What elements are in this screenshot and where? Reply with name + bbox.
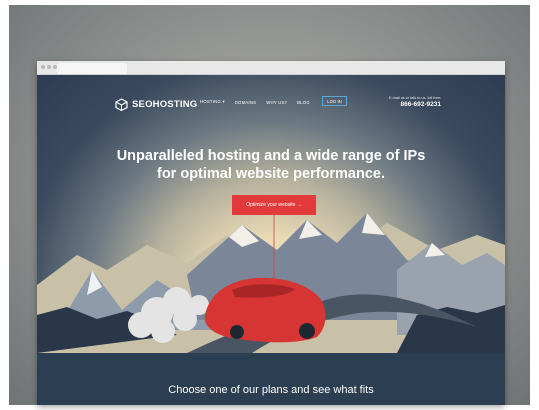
browser-window: SEOHOSTING HOSTING ▾ DOMAINS WHY US? BLO…	[37, 61, 505, 405]
contact-text: E-mail us or talk to us, toll free:	[388, 96, 441, 100]
browser-titlebar	[37, 61, 505, 75]
nav-why-us[interactable]: WHY US?	[266, 100, 287, 105]
main-nav: HOSTING ▾ DOMAINS WHY US? BLOG	[200, 99, 310, 105]
login-button[interactable]: LOG IN	[322, 96, 347, 106]
browser-tab[interactable]	[57, 63, 127, 74]
contact-info: E-mail us or talk to us, toll free: 866-…	[389, 96, 441, 108]
plans-heading: Choose one of our plans and see what fit…	[168, 384, 374, 396]
nav-domains[interactable]: DOMAINS	[235, 100, 256, 105]
logo-cube-icon	[115, 97, 128, 111]
headline-line-1: Unparalleled hosting and a wide range of…	[116, 148, 426, 164]
hero-headline: Unparalleled hosting and a wide range of…	[37, 147, 505, 183]
nav-hosting[interactable]: HOSTING ▾	[200, 99, 225, 105]
window-dot-icon[interactable]	[47, 65, 51, 69]
website: SEOHOSTING HOSTING ▾ DOMAINS WHY US? BLO…	[37, 75, 505, 405]
hero-section: SEOHOSTING HOSTING ▾ DOMAINS WHY US? BLO…	[37, 75, 505, 353]
nav-blog[interactable]: BLOG	[297, 100, 310, 105]
logo-text: SEOHOSTING	[132, 98, 198, 110]
window-dot-icon[interactable]	[41, 65, 45, 69]
headline-line-2: for optimal website performance.	[156, 166, 386, 182]
plans-section: Choose one of our plans and see what fit…	[37, 353, 505, 405]
optimize-website-button[interactable]: Optimize your website →	[232, 195, 316, 215]
logo[interactable]: SEOHOSTING	[115, 97, 197, 111]
phone-number[interactable]: 866-692-9231	[389, 101, 441, 108]
